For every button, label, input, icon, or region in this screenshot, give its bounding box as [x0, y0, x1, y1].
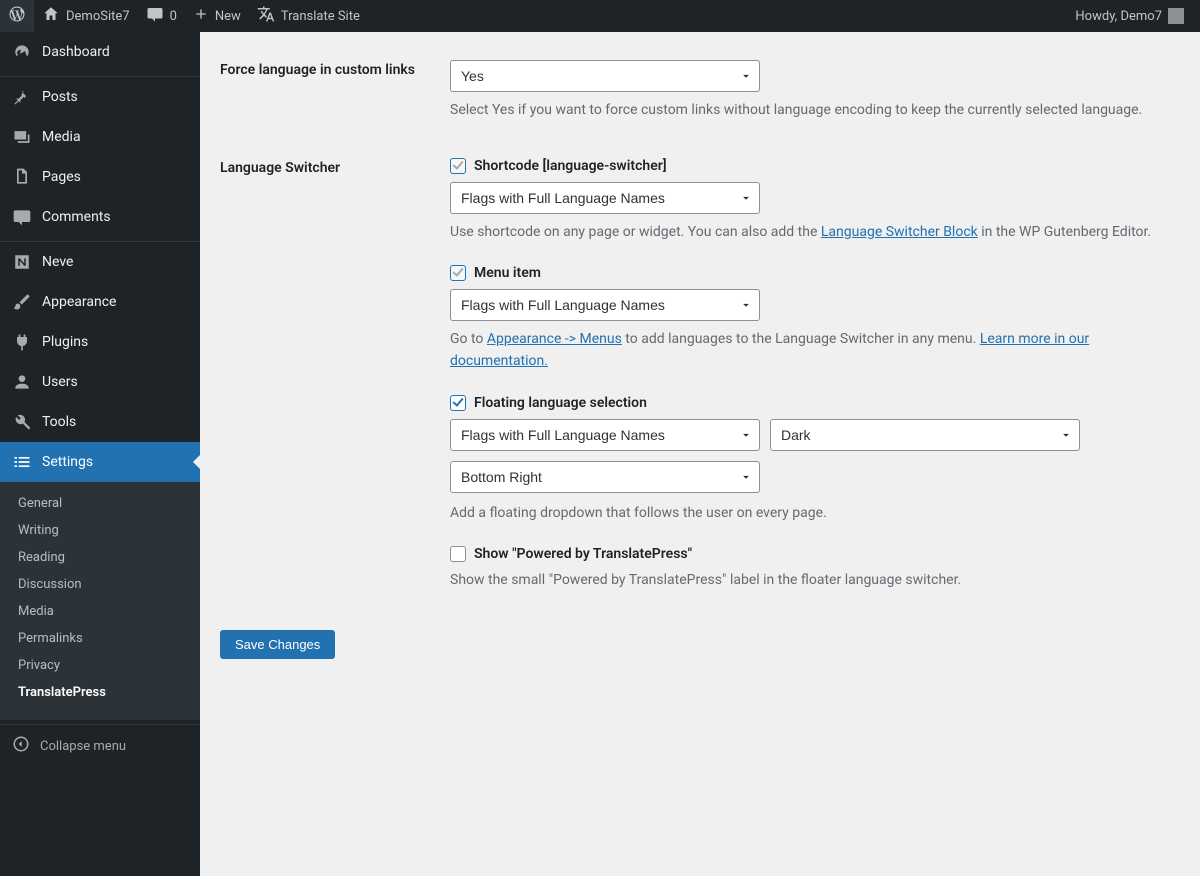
settings-submenu: General Writing Reading Discussion Media…	[0, 482, 200, 720]
menu-item-checkbox[interactable]	[450, 265, 466, 281]
appearance-icon	[12, 292, 32, 312]
plugins-icon	[12, 332, 32, 352]
floating-theme-select[interactable]: Dark	[770, 419, 1080, 451]
powered-label: Show "Powered by TranslatePress"	[474, 546, 692, 562]
settings-icon	[12, 452, 32, 472]
site-name-text: DemoSite7	[66, 9, 130, 24]
floating-checkbox[interactable]	[450, 395, 466, 411]
submenu-translatepress[interactable]: TranslatePress	[0, 679, 200, 706]
shortcode-checkbox[interactable]	[450, 158, 466, 174]
admin-sidebar: Dashboard Posts Media Pages Comments Nev…	[0, 32, 200, 876]
pages-icon	[12, 167, 32, 187]
plus-icon	[193, 6, 209, 26]
collapse-icon	[12, 735, 30, 757]
floating-desc: Add a floating dropdown that follows the…	[450, 503, 1170, 525]
menu-label: Media	[42, 129, 81, 145]
neve-icon	[12, 252, 32, 272]
admin-bar: DemoSite7 0 New Translate Site Howdy, De…	[0, 0, 1200, 32]
language-switcher-label: Language Switcher	[220, 140, 440, 616]
submenu-media[interactable]: Media	[0, 598, 200, 625]
menu-tools[interactable]: Tools	[0, 402, 200, 442]
menu-pages[interactable]: Pages	[0, 157, 200, 197]
avatar-icon	[1168, 8, 1184, 24]
floating-style-select[interactable]: Flags with Full Language Names	[450, 419, 760, 451]
menu-media[interactable]: Media	[0, 117, 200, 157]
menu-label: Users	[42, 374, 78, 390]
menu-label: Plugins	[42, 334, 88, 350]
menu-users[interactable]: Users	[0, 362, 200, 402]
floating-block: Floating language selection Flags with F…	[450, 395, 1170, 525]
comments-icon	[12, 207, 32, 227]
menu-item-block: Menu item Flags with Full Language Names…	[450, 265, 1170, 372]
translate-icon	[257, 5, 275, 27]
menu-posts[interactable]: Posts	[0, 77, 200, 117]
powered-checkbox[interactable]	[450, 546, 466, 562]
media-icon	[12, 127, 32, 147]
menu-neve[interactable]: Neve	[0, 242, 200, 282]
submenu-general[interactable]: General	[0, 490, 200, 517]
menu-label: Tools	[42, 414, 76, 430]
pushpin-icon	[12, 87, 32, 107]
force-language-desc: Select Yes if you want to force custom l…	[450, 100, 1170, 122]
dashboard-icon	[12, 42, 32, 62]
submenu-reading[interactable]: Reading	[0, 544, 200, 571]
menu-settings[interactable]: Settings	[0, 442, 200, 482]
menu-label: Dashboard	[42, 44, 110, 60]
shortcode-desc: Use shortcode on any page or widget. You…	[450, 222, 1170, 244]
menu-plugins[interactable]: Plugins	[0, 322, 200, 362]
floating-label: Floating language selection	[474, 395, 647, 411]
new-label: New	[215, 9, 241, 24]
howdy-text: Howdy, Demo7	[1075, 9, 1162, 24]
collapse-menu[interactable]: Collapse menu	[0, 725, 200, 767]
language-switcher-section: Language Switcher Shortcode [language-sw…	[220, 140, 1180, 616]
save-changes-button[interactable]: Save Changes	[220, 630, 335, 659]
shortcode-select[interactable]: Flags with Full Language Names	[450, 182, 760, 214]
menu-label: Comments	[42, 209, 111, 225]
submenu-permalinks[interactable]: Permalinks	[0, 625, 200, 652]
submenu-writing[interactable]: Writing	[0, 517, 200, 544]
submenu-discussion[interactable]: Discussion	[0, 571, 200, 598]
translate-label: Translate Site	[281, 9, 360, 24]
menu-appearance[interactable]: Appearance	[0, 282, 200, 322]
home-icon	[42, 5, 60, 27]
comments-link[interactable]: 0	[138, 0, 185, 32]
shortcode-label: Shortcode [language-switcher]	[474, 158, 667, 174]
comment-icon	[146, 5, 164, 27]
wp-logo[interactable]	[0, 0, 34, 32]
menu-dashboard[interactable]: Dashboard	[0, 32, 200, 72]
menu-label: Settings	[42, 454, 93, 470]
menu-label: Posts	[42, 89, 78, 105]
appearance-menus-link[interactable]: Appearance -> Menus	[487, 331, 622, 347]
force-language-label: Force language in custom links	[220, 42, 440, 140]
menu-label: Neve	[42, 254, 73, 270]
wordpress-icon	[8, 5, 26, 27]
shortcode-block: Shortcode [language-switcher] Flags with…	[450, 158, 1170, 244]
force-language-select[interactable]: Yes	[450, 60, 760, 92]
site-name-link[interactable]: DemoSite7	[34, 0, 138, 32]
menu-item-desc: Go to Appearance -> Menus to add languag…	[450, 329, 1170, 372]
menu-item-label: Menu item	[474, 265, 541, 281]
switcher-block-link[interactable]: Language Switcher Block	[821, 224, 978, 240]
translate-site-link[interactable]: Translate Site	[249, 0, 368, 32]
powered-block: Show "Powered by TranslatePress" Show th…	[450, 546, 1170, 592]
tools-icon	[12, 412, 32, 432]
powered-desc: Show the small "Powered by TranslatePres…	[450, 570, 1170, 592]
menu-comments[interactable]: Comments	[0, 197, 200, 237]
new-content-link[interactable]: New	[185, 0, 249, 32]
users-icon	[12, 372, 32, 392]
collapse-label: Collapse menu	[40, 739, 126, 754]
menu-label: Appearance	[42, 294, 116, 310]
menu-item-select[interactable]: Flags with Full Language Names	[450, 289, 760, 321]
floating-position-select[interactable]: Bottom Right	[450, 461, 760, 493]
howdy-link[interactable]: Howdy, Demo7	[1067, 0, 1192, 32]
submenu-privacy[interactable]: Privacy	[0, 652, 200, 679]
page-content: Force language in custom links Yes Selec…	[200, 32, 1200, 689]
menu-label: Pages	[42, 169, 81, 185]
settings-form: Force language in custom links Yes Selec…	[220, 42, 1180, 616]
comments-count: 0	[170, 9, 177, 24]
